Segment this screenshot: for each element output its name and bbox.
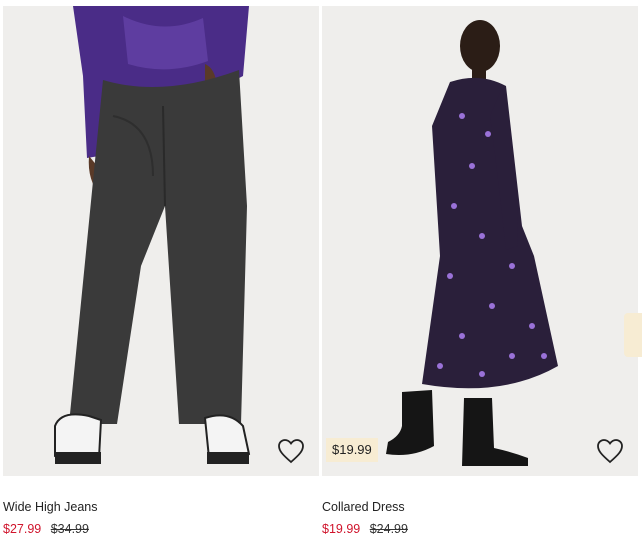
sale-price: $27.99 [3,522,42,536]
product-prices: $19.99 $24.99 [322,522,408,536]
product-card[interactable]: $19.99 Collared Dress $19.99 $24.99 [322,0,638,539]
product-card[interactable]: Wide High Jeans $27.99 $34.99 [3,0,319,539]
original-price: $34.99 [50,522,89,536]
product-title[interactable]: Collared Dress [322,500,405,514]
product-grid: Wide High Jeans $27.99 $34.99 $19.99 Col… [0,0,642,539]
next-product-tab[interactable] [624,313,642,357]
product-title[interactable]: Wide High Jeans [3,500,98,514]
product-image[interactable]: $19.99 [322,6,638,476]
heart-outline-icon[interactable] [596,438,624,464]
original-price: $24.99 [369,522,408,536]
promo-price-badge: $19.99 [326,438,378,462]
product-prices: $27.99 $34.99 [3,522,89,536]
product-image[interactable] [3,6,319,476]
sale-price: $19.99 [322,522,361,536]
heart-outline-icon[interactable] [277,438,305,464]
